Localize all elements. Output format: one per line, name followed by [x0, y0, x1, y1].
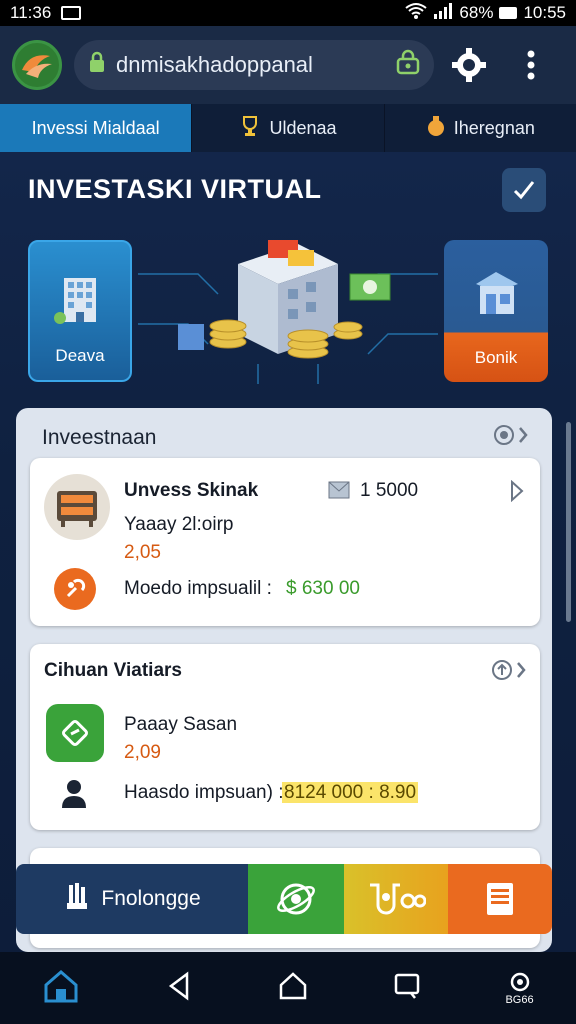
check-button[interactable] [502, 168, 546, 212]
furniture-avatar-icon [44, 474, 110, 540]
tab-label: Iheregnan [453, 117, 535, 138]
panel-heading: Inveestnaan [42, 426, 157, 449]
battery-icon [499, 7, 518, 19]
card1-subtitle: Yaaay 2l:oirp [124, 514, 234, 535]
scrollbar[interactable] [566, 422, 571, 622]
card1-impact-value: $ 630 00 [286, 578, 360, 599]
user-icon [60, 778, 88, 813]
coins-icon [370, 883, 426, 915]
home-app-icon[interactable] [42, 969, 80, 1008]
card1-rate: 2,05 [124, 542, 161, 563]
globe-icon [277, 883, 315, 915]
secure-lock-icon[interactable] [396, 49, 420, 81]
card2-impact-highlight: 8124 000 : 8.90 [282, 782, 419, 803]
deava-label: Deava [55, 346, 105, 365]
card2-title: Cihuan Viatiars [44, 660, 182, 681]
investment-card-2[interactable]: Cihuan Viatiars Paaay Sasan 2,09 Haasdo … [30, 644, 540, 830]
status-bar: 11:36 68% 10:55 [0, 0, 576, 26]
status-time: 11:36 [10, 3, 52, 22]
recents-icon[interactable] [393, 972, 421, 1005]
hero-banner: Deava Bonik [0, 234, 576, 394]
investment-card-1[interactable]: Unvess Skinak 1 5000 Yaaay 2l:oirp 2,05 … [30, 458, 540, 626]
site-logo-icon[interactable] [12, 40, 62, 90]
url-text: dnmisakhadoppanal [116, 52, 313, 77]
back-icon[interactable] [165, 971, 193, 1006]
browser-bar: dnmisakhadoppanal [0, 26, 576, 104]
bottomnav-label: Fnolongge [101, 887, 201, 910]
investment-illustration [138, 240, 438, 384]
card1-title: Unvess Skinak [124, 480, 259, 501]
sysbar-extra-label: BG66 [505, 994, 534, 1006]
signal-icon [433, 2, 453, 24]
address-bar[interactable]: dnmisakhadoppanal [74, 40, 434, 90]
bonik-card[interactable]: Bonik [444, 240, 548, 382]
bonik-label: Bonik [474, 348, 518, 367]
system-nav-bar: BG66 [0, 952, 576, 1024]
document-icon [487, 883, 513, 915]
tools-icon [54, 568, 96, 610]
home-icon[interactable] [278, 971, 308, 1006]
card1-arrow-icon[interactable] [510, 479, 524, 507]
battery-level: 68% [459, 3, 494, 22]
card1-impact-label: Moedo impsualil : [124, 578, 272, 599]
lock-icon [88, 51, 106, 79]
card1-amount: 1 5000 [360, 480, 419, 501]
mail-icon [61, 6, 82, 20]
tag-icon [46, 704, 104, 762]
money-bag-icon [426, 115, 446, 142]
bottomnav-coins[interactable] [344, 864, 448, 934]
bottomnav-fnolongge[interactable]: Fnolongge [16, 864, 248, 934]
office-building-icon [54, 278, 96, 324]
trophy-icon [239, 115, 261, 142]
hand-icon [63, 881, 91, 917]
deava-card[interactable]: Deava [28, 240, 132, 382]
tab-label: Uldenaa [269, 117, 337, 138]
page-title: INVESTASKI VIRTUAL [28, 174, 322, 204]
bank-kiosk-icon [476, 272, 518, 314]
tab-investasi[interactable]: Invessi Mialdaal [0, 104, 193, 152]
panel-more-icon[interactable] [494, 424, 530, 451]
gear-small-icon [510, 972, 529, 992]
wifi-icon [405, 2, 428, 25]
more-menu-icon[interactable] [510, 44, 552, 86]
mail-small-icon [328, 480, 350, 505]
tab-label: Invessi Mialdaal [31, 117, 160, 138]
check-icon [513, 181, 535, 200]
card2-rate: 2,09 [124, 742, 161, 763]
settings-gear-icon[interactable] [448, 44, 490, 86]
card2-subtitle: Paaay Sasan [124, 714, 238, 735]
card2-impact-value: 8124 000 : 8.90 [282, 782, 419, 804]
main-content: INVESTASKI VIRTUAL Deava Bonik Inveestna… [0, 152, 576, 952]
bottomnav-globe[interactable] [248, 864, 344, 934]
tab-uldenaa[interactable]: Uldenaa [192, 104, 385, 152]
card2-more-icon[interactable] [492, 658, 528, 687]
status-clock: 10:55 [523, 3, 566, 22]
sysbar-extra[interactable]: BG66 [505, 970, 534, 1006]
bottom-action-bar: Fnolongge [16, 864, 552, 934]
bottomnav-document[interactable] [448, 864, 552, 934]
tab-bar: Invessi Mialdaal Uldenaa Iheregnan [0, 104, 576, 152]
card2-impact-label: Haasdo impsuan) : [124, 782, 284, 803]
tab-iheregnan[interactable]: Iheregnan [385, 104, 576, 152]
